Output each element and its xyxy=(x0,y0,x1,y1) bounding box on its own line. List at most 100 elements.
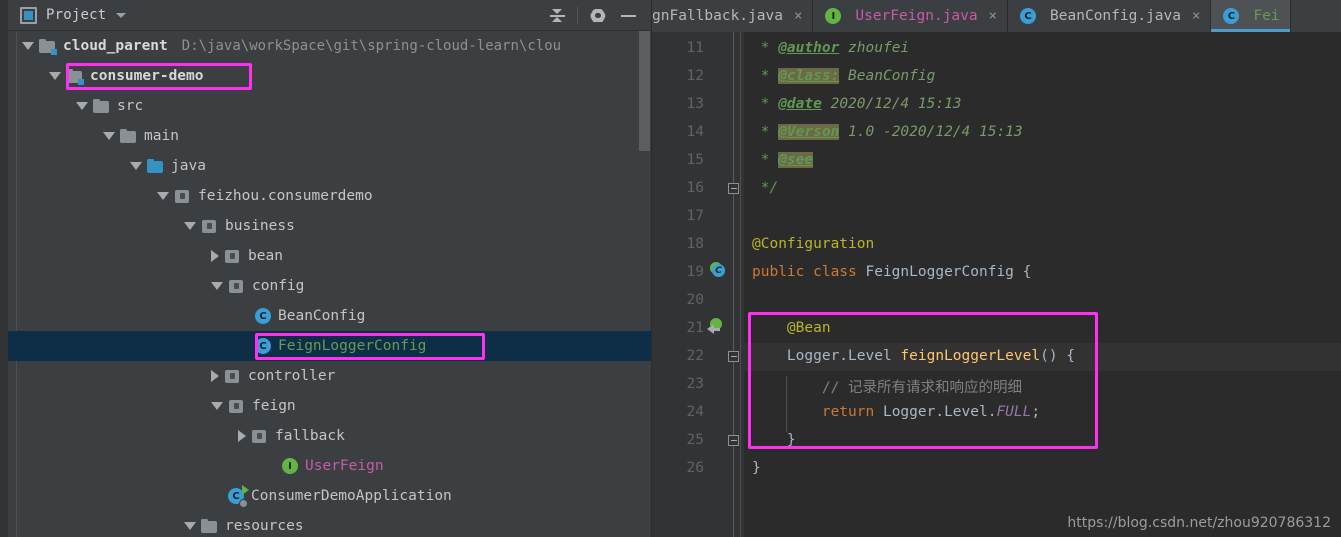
package-icon xyxy=(224,249,241,264)
expand-arrow-right-icon[interactable] xyxy=(238,430,246,442)
code-token: Logger.Level. xyxy=(874,404,997,420)
java-interface-icon: I xyxy=(825,8,842,24)
expand-arrow-down-icon[interactable] xyxy=(184,522,196,530)
java-class-icon: C xyxy=(255,338,271,354)
expand-arrow-down-icon[interactable] xyxy=(76,102,88,110)
package-icon xyxy=(228,279,245,294)
expand-arrow-down-icon[interactable] xyxy=(184,222,196,230)
close-icon[interactable]: × xyxy=(1192,8,1200,24)
editor-tab[interactable]: gnFallback.java × xyxy=(652,0,814,32)
code-token: * xyxy=(752,40,779,56)
expand-arrow-down-icon[interactable] xyxy=(22,42,34,50)
line-number: 14 xyxy=(686,124,704,140)
code-line[interactable]: * @date 2020/12/4 15:13 xyxy=(752,96,962,112)
expand-arrow-down-icon[interactable] xyxy=(211,282,223,290)
package-icon xyxy=(228,399,245,414)
java-class-icon: C xyxy=(255,308,271,324)
tree-row[interactable]: feign xyxy=(8,391,651,421)
tree-row[interactable]: fallback xyxy=(8,421,651,451)
tree-row[interactable]: consumer-demo xyxy=(8,61,651,91)
code-token: } xyxy=(752,460,761,476)
panel-title: Project xyxy=(46,7,107,23)
java-class-icon: C xyxy=(1223,8,1240,24)
tree-item-label: cloud_parent xyxy=(63,38,168,54)
tree-row[interactable]: bean xyxy=(8,241,651,271)
code-token: 1.0 -2020/12/4 15:13 xyxy=(839,124,1023,140)
tree-item-label: main xyxy=(144,128,179,144)
code-line[interactable]: public class FeignLoggerConfig { xyxy=(752,264,1031,280)
tree-row[interactable]: java xyxy=(8,151,651,181)
code-token: BeanConfig xyxy=(839,68,936,84)
fold-end-icon[interactable] xyxy=(728,435,739,446)
line-number: 16 xyxy=(686,180,704,196)
tree-row[interactable]: cloud_parent D:\java\workSpace\git\spring… xyxy=(8,31,651,61)
package-icon xyxy=(224,369,241,384)
bean-override-icon[interactable] xyxy=(707,318,728,336)
code-line[interactable]: Logger.Level feignLoggerLevel() { xyxy=(752,348,1075,364)
code-token: feignLoggerLevel xyxy=(900,348,1041,364)
project-tree[interactable]: cloud_parent D:\java\workSpace\git\spring… xyxy=(8,31,651,537)
close-icon[interactable]: × xyxy=(794,8,802,24)
tree-row[interactable]: C FeignLoggerConfig xyxy=(8,331,651,361)
code-line[interactable]: */ xyxy=(752,180,778,196)
fold-start-icon[interactable] xyxy=(728,351,739,362)
code-line[interactable]: * @see xyxy=(752,152,814,168)
code-line[interactable]: * @class: BeanConfig xyxy=(752,68,935,84)
tree-row[interactable]: I UserFeign xyxy=(8,451,651,481)
settings-button[interactable] xyxy=(583,0,613,31)
collapse-all-button[interactable] xyxy=(542,0,572,31)
code-line[interactable]: } xyxy=(752,432,796,448)
project-tool-window: Project cloud_parent D:\java\workSpace\g… xyxy=(8,0,652,537)
editor-tab[interactable]: C BeanConfig.java × xyxy=(1008,0,1212,32)
hide-panel-button[interactable] xyxy=(613,0,643,31)
code-line[interactable]: // 记录所有请求和响应的明细 xyxy=(752,376,1022,397)
tree-row[interactable]: controller xyxy=(8,361,651,391)
code-line[interactable]: return Logger.Level.FULL; xyxy=(752,404,1040,420)
tree-item-label: controller xyxy=(248,368,336,384)
editor-tab-label: gnFallback.java xyxy=(652,8,783,24)
editor-tab[interactable]: C Fei xyxy=(1211,0,1291,32)
indent-guide xyxy=(786,376,787,432)
line-number: 21 xyxy=(686,320,704,336)
code-token: FULL xyxy=(996,404,1032,420)
code-line[interactable]: @Configuration xyxy=(752,236,874,252)
code-editor[interactable]: 11 * @author zhoufei 12 * @class: BeanCon… xyxy=(652,32,1341,537)
expand-arrow-down-icon[interactable] xyxy=(130,162,142,170)
tree-row[interactable]: config xyxy=(8,271,651,301)
line-number: 15 xyxy=(686,152,704,168)
editor-tab[interactable]: I UserFeign.java × xyxy=(813,0,1009,32)
code-token: public class xyxy=(752,264,857,280)
editor-tab-bar: gnFallback.java × I UserFeign.java × C BeanCon… xyxy=(652,0,1341,32)
tree-row[interactable]: main xyxy=(8,121,651,151)
expand-arrow-right-icon[interactable] xyxy=(211,370,219,382)
tree-row[interactable]: feizhou.consumerdemo xyxy=(8,181,651,211)
close-icon[interactable]: × xyxy=(989,8,997,24)
expand-arrow-down-icon[interactable] xyxy=(157,192,169,200)
tree-item-label: BeanConfig xyxy=(278,308,366,324)
tree-item-label: java xyxy=(171,158,206,174)
code-token: 2020/12/4 15:13 xyxy=(821,96,962,112)
tree-item-label: bean xyxy=(248,248,283,264)
tree-row[interactable]: resources xyxy=(8,511,651,537)
chevron-down-icon[interactable] xyxy=(116,12,127,18)
expand-arrow-down-icon[interactable] xyxy=(103,132,115,140)
tree-row[interactable]: C BeanConfig xyxy=(8,301,651,331)
editor-tab-label: BeanConfig.java xyxy=(1050,8,1181,24)
tree-item-label: ConsumerDemoApplication xyxy=(251,488,452,504)
source-folder-icon xyxy=(147,158,164,174)
class-marker-icon[interactable]: C xyxy=(710,262,728,280)
code-token: () { xyxy=(1040,348,1076,364)
code-line[interactable]: } xyxy=(752,460,761,476)
code-token: * xyxy=(752,152,779,168)
code-line[interactable]: * @Verson 1.0 -2020/12/4 15:13 xyxy=(752,124,1023,140)
expand-arrow-down-icon[interactable] xyxy=(49,72,61,80)
expand-arrow-down-icon[interactable] xyxy=(211,402,223,410)
code-line[interactable]: * @author zhoufei xyxy=(752,40,909,56)
tree-row[interactable]: src xyxy=(8,91,651,121)
expand-arrow-right-icon[interactable] xyxy=(211,250,219,262)
idea-window: Project cloud_parent D:\java\workSpace\g… xyxy=(0,0,1341,537)
fold-end-icon[interactable] xyxy=(728,183,739,194)
tree-row[interactable]: C ConsumerDemoApplication xyxy=(8,481,651,511)
code-line[interactable]: @Bean xyxy=(752,320,831,336)
tree-row[interactable]: business xyxy=(8,211,651,241)
